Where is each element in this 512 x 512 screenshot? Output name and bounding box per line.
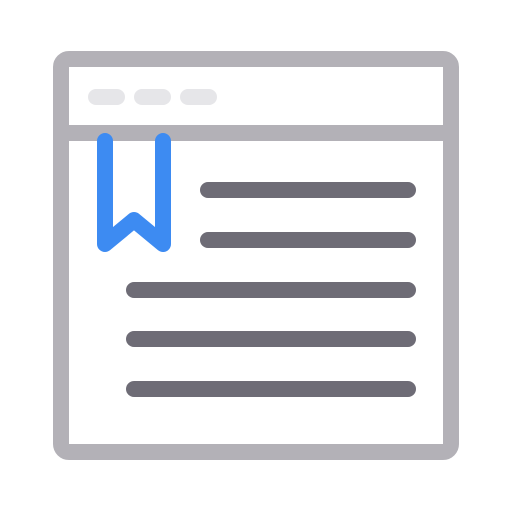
bookmarked-webpage-icon [53,51,459,460]
content-lines [126,182,416,397]
bookmark-icon [97,133,171,252]
icon-canvas [0,0,512,512]
